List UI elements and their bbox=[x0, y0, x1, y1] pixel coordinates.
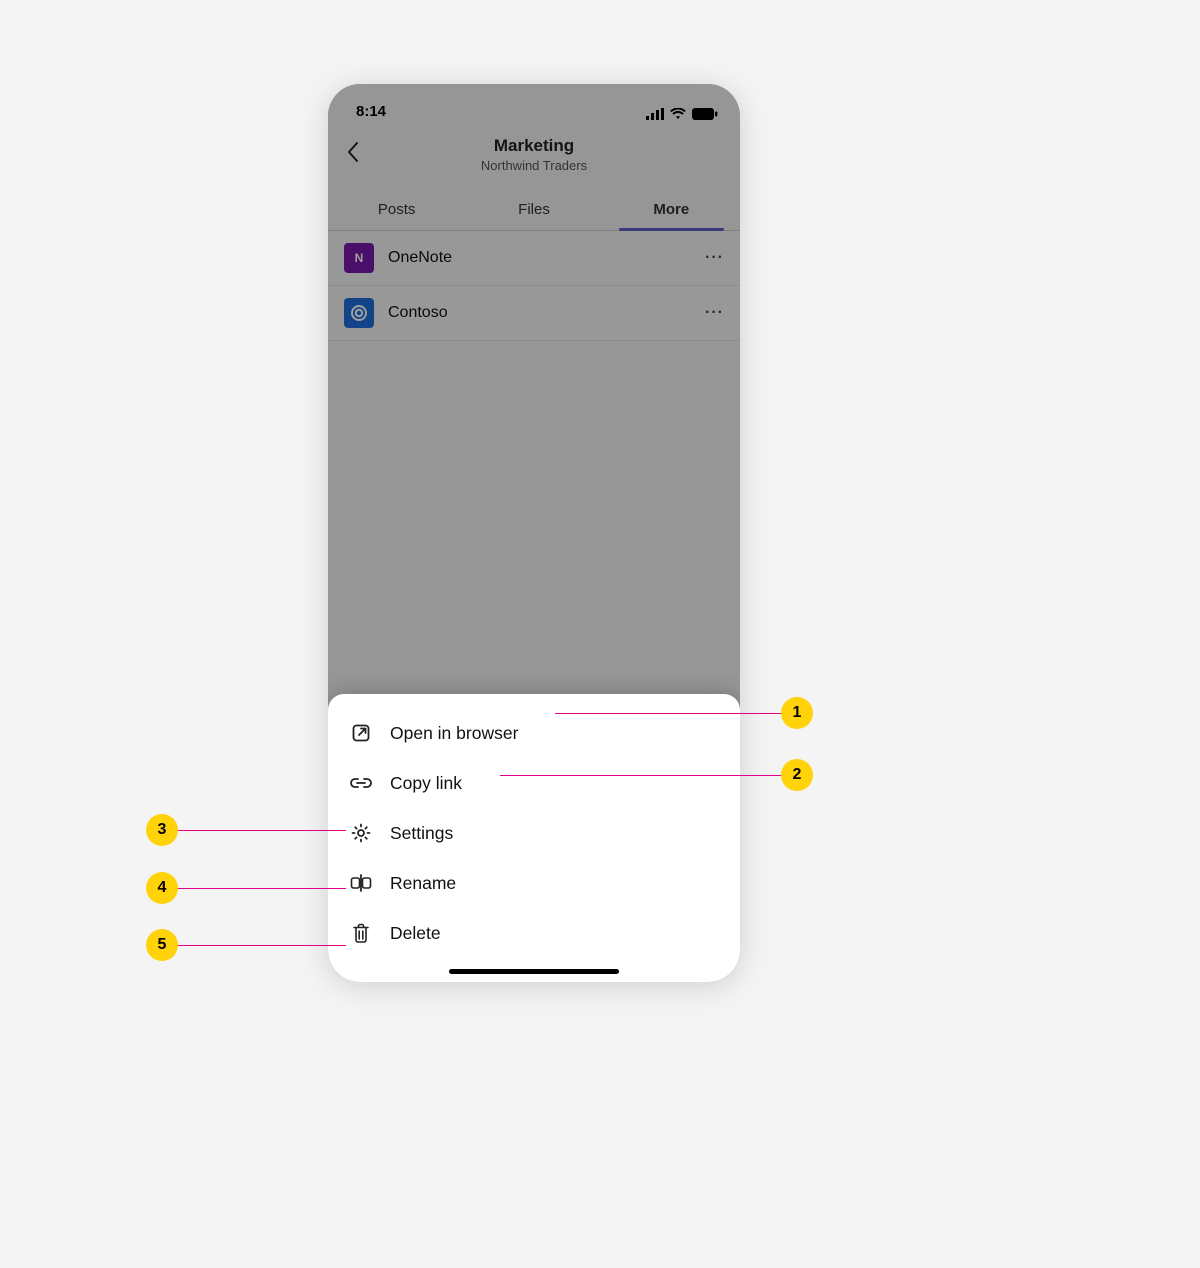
status-bar: 8:14 bbox=[328, 84, 740, 122]
battery-icon bbox=[692, 108, 718, 120]
action-delete[interactable]: Delete bbox=[328, 908, 740, 958]
page-subtitle: Northwind Traders bbox=[328, 158, 740, 173]
callout-1: 1 bbox=[781, 697, 813, 729]
cellular-icon bbox=[646, 108, 664, 120]
tab-posts[interactable]: Posts bbox=[328, 191, 465, 230]
list-item[interactable]: Contoso ··· bbox=[328, 286, 740, 341]
action-label: Settings bbox=[390, 823, 453, 844]
home-indicator bbox=[449, 969, 619, 974]
callout-3: 3 bbox=[146, 814, 178, 846]
action-label: Rename bbox=[390, 873, 456, 894]
callout-5: 5 bbox=[146, 929, 178, 961]
tab-more[interactable]: More bbox=[603, 191, 740, 230]
action-settings[interactable]: Settings bbox=[328, 808, 740, 858]
action-label: Open in browser bbox=[390, 723, 518, 744]
status-icons bbox=[646, 108, 718, 120]
list-item-label: Contoso bbox=[388, 304, 691, 322]
contoso-icon bbox=[344, 298, 374, 328]
gear-icon bbox=[350, 822, 372, 844]
page-title: Marketing bbox=[328, 136, 740, 156]
app-list: N OneNote ··· Contoso ··· bbox=[328, 231, 740, 341]
chevron-left-icon bbox=[346, 140, 362, 164]
action-open-in-browser[interactable]: Open in browser bbox=[328, 708, 740, 758]
callout-4: 4 bbox=[146, 872, 178, 904]
back-button[interactable] bbox=[342, 140, 366, 164]
action-sheet: Open in browser Copy link Settings Renam… bbox=[328, 694, 740, 982]
list-item-label: OneNote bbox=[388, 249, 691, 267]
open-external-icon bbox=[350, 722, 372, 744]
more-button[interactable]: ··· bbox=[705, 304, 724, 322]
action-label: Copy link bbox=[390, 773, 462, 794]
trash-icon bbox=[350, 922, 372, 944]
tab-files[interactable]: Files bbox=[465, 191, 602, 230]
link-icon bbox=[350, 772, 372, 794]
callout-2: 2 bbox=[781, 759, 813, 791]
status-time: 8:14 bbox=[356, 103, 386, 120]
action-label: Delete bbox=[390, 923, 441, 944]
list-item[interactable]: N OneNote ··· bbox=[328, 231, 740, 286]
tab-bar: Posts Files More bbox=[328, 191, 740, 231]
header: Marketing Northwind Traders bbox=[328, 122, 740, 181]
rename-icon bbox=[350, 872, 372, 894]
wifi-icon bbox=[670, 108, 686, 120]
action-copy-link[interactable]: Copy link bbox=[328, 758, 740, 808]
onenote-icon: N bbox=[344, 243, 374, 273]
action-rename[interactable]: Rename bbox=[328, 858, 740, 908]
more-button[interactable]: ··· bbox=[705, 249, 724, 267]
phone-frame: 8:14 Marketing Northwind Traders Posts F… bbox=[328, 84, 740, 982]
